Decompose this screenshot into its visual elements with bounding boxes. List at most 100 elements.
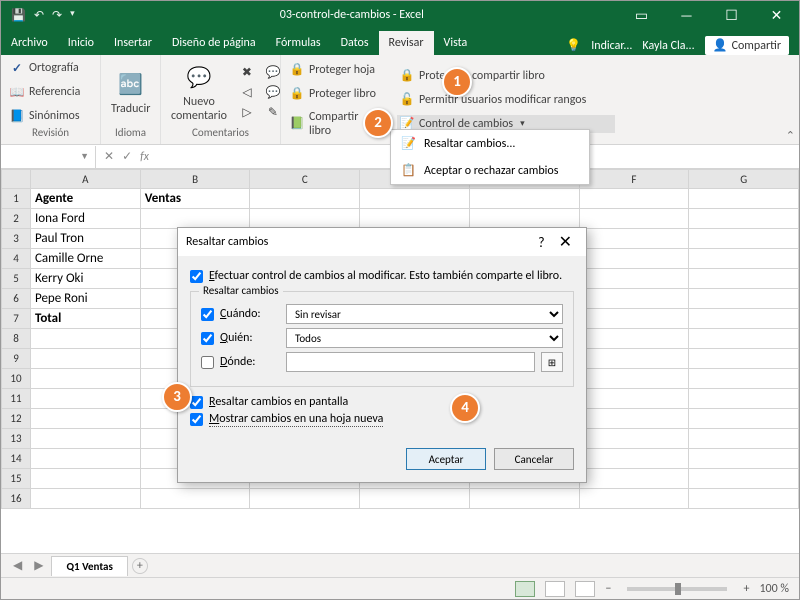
spellcheck-button[interactable]: ✓Ortografía — [7, 59, 94, 77]
tellme-icon[interactable]: 💡 — [566, 38, 581, 53]
cell[interactable] — [31, 409, 141, 429]
cell[interactable] — [689, 189, 799, 209]
user-name[interactable]: Kayla Cla... — [642, 39, 694, 53]
range-selector-icon[interactable]: ⊞ — [541, 352, 563, 372]
cell[interactable] — [580, 309, 690, 329]
cell[interactable] — [250, 209, 360, 229]
col-header[interactable]: B — [141, 169, 251, 189]
share-button[interactable]: 👤 Compartir — [705, 36, 789, 55]
cell[interactable]: Total — [31, 309, 141, 329]
enter-fx-icon[interactable]: ✓ — [122, 149, 132, 164]
tab-diseño de página[interactable]: Diseño de página — [162, 31, 266, 55]
cell[interactable]: Camille Orne — [31, 249, 141, 269]
zoom-in-icon[interactable]: + — [743, 582, 749, 596]
cell[interactable] — [689, 489, 799, 509]
ribbon-display-icon[interactable]: ▭ — [619, 1, 664, 29]
cell[interactable] — [580, 449, 690, 469]
cell[interactable] — [580, 469, 690, 489]
prev-comment-button[interactable]: ◁ — [237, 83, 257, 101]
thesaurus-button[interactable]: 📘Sinónimos — [7, 107, 94, 125]
cell[interactable] — [689, 289, 799, 309]
cell[interactable] — [580, 409, 690, 429]
cell[interactable] — [580, 369, 690, 389]
zoom-out-icon[interactable]: − — [605, 582, 611, 596]
cell[interactable] — [141, 209, 251, 229]
protect-sheet-button[interactable]: 🔒Proteger hoja — [287, 61, 385, 79]
row-header[interactable]: 12 — [1, 409, 31, 429]
cell[interactable] — [470, 189, 580, 209]
row-header[interactable]: 5 — [1, 269, 31, 289]
cell[interactable]: Agente — [31, 189, 141, 209]
cancel-fx-icon[interactable]: ✕ — [104, 149, 114, 164]
row-header[interactable]: 10 — [1, 369, 31, 389]
cell[interactable] — [470, 209, 580, 229]
row-header[interactable]: 11 — [1, 389, 31, 409]
accept-reject-item[interactable]: 📋Aceptar o rechazar cambios — [391, 157, 589, 184]
protect-workbook-button[interactable]: 🔒Proteger libro — [287, 85, 385, 103]
col-header[interactable]: C — [250, 169, 360, 189]
cell[interactable] — [689, 429, 799, 449]
cell[interactable] — [31, 369, 141, 389]
when-checkbox[interactable] — [201, 308, 214, 321]
show-comment-button[interactable]: 💬 — [263, 63, 283, 81]
tab-inicio[interactable]: Inicio — [58, 31, 104, 55]
row-header[interactable]: 13 — [1, 429, 31, 449]
tab-vista[interactable]: Vista — [434, 31, 478, 55]
cell[interactable] — [470, 489, 580, 509]
cell[interactable] — [580, 229, 690, 249]
undo-icon[interactable]: ↶ — [34, 8, 44, 23]
minimize-icon[interactable]: — — [664, 1, 709, 29]
cell[interactable]: Pepe Roni — [31, 289, 141, 309]
tab-datos[interactable]: Datos — [331, 31, 379, 55]
cell[interactable] — [360, 489, 470, 509]
cell[interactable] — [31, 469, 141, 489]
zoom-slider[interactable] — [627, 587, 727, 591]
row-header[interactable]: 9 — [1, 349, 31, 369]
row-header[interactable]: 16 — [1, 489, 31, 509]
cell[interactable] — [580, 289, 690, 309]
list-new-sheet-checkbox[interactable]: Mostrar cambios en una hoja nueva — [190, 412, 574, 427]
track-changes-checkbox[interactable]: EEfectuar control de cambios al modifica… — [190, 269, 574, 283]
cell[interactable] — [250, 489, 360, 509]
tab-archivo[interactable]: Archivo — [1, 31, 58, 55]
row-header[interactable]: 4 — [1, 249, 31, 269]
who-select[interactable]: Todos — [286, 328, 563, 348]
row-header[interactable]: 15 — [1, 469, 31, 489]
cell[interactable]: Paul Tron — [31, 229, 141, 249]
tellme-text[interactable]: Indicar... — [591, 39, 632, 53]
cell[interactable] — [580, 329, 690, 349]
cell[interactable] — [689, 309, 799, 329]
zoom-level[interactable]: 100 % — [759, 582, 789, 596]
cell[interactable] — [689, 409, 799, 429]
protect-share-button[interactable]: 🔒Proteger y compartir libro — [397, 67, 615, 85]
tab-insertar[interactable]: Insertar — [104, 31, 162, 55]
row-header[interactable]: 2 — [1, 209, 31, 229]
save-icon[interactable]: 💾 — [11, 8, 26, 23]
col-header[interactable]: G — [689, 169, 799, 189]
cell[interactable] — [360, 189, 470, 209]
allow-ranges-button[interactable]: 🔓Permitir usuarios modificar rangos — [397, 91, 615, 109]
collapse-ribbon-icon[interactable]: ⌃ — [786, 129, 795, 142]
cell[interactable] — [689, 329, 799, 349]
cell[interactable] — [689, 349, 799, 369]
dialog-close-icon[interactable]: ✕ — [553, 232, 578, 252]
sheet-tab[interactable]: Q1 Ventas — [51, 556, 127, 576]
highlight-screen-checkbox[interactable]: Resaltar cambios en pantalla — [190, 395, 574, 409]
cell[interactable] — [689, 209, 799, 229]
delete-comment-button[interactable]: ✖ — [237, 63, 257, 81]
cell[interactable] — [580, 249, 690, 269]
cell[interactable] — [31, 489, 141, 509]
cell[interactable] — [31, 389, 141, 409]
dialog-help-icon[interactable]: ? — [530, 234, 553, 251]
select-all-corner[interactable] — [1, 169, 31, 189]
cell[interactable] — [141, 489, 251, 509]
cell[interactable] — [689, 269, 799, 289]
cell[interactable] — [689, 249, 799, 269]
cell[interactable] — [580, 429, 690, 449]
cell[interactable] — [580, 389, 690, 409]
next-comment-button[interactable]: ▷ — [237, 103, 257, 121]
maximize-icon[interactable]: ☐ — [709, 1, 754, 29]
tab-fórmulas[interactable]: Fórmulas — [266, 31, 331, 55]
where-input[interactable] — [286, 352, 535, 372]
new-sheet-icon[interactable]: + — [132, 558, 148, 574]
